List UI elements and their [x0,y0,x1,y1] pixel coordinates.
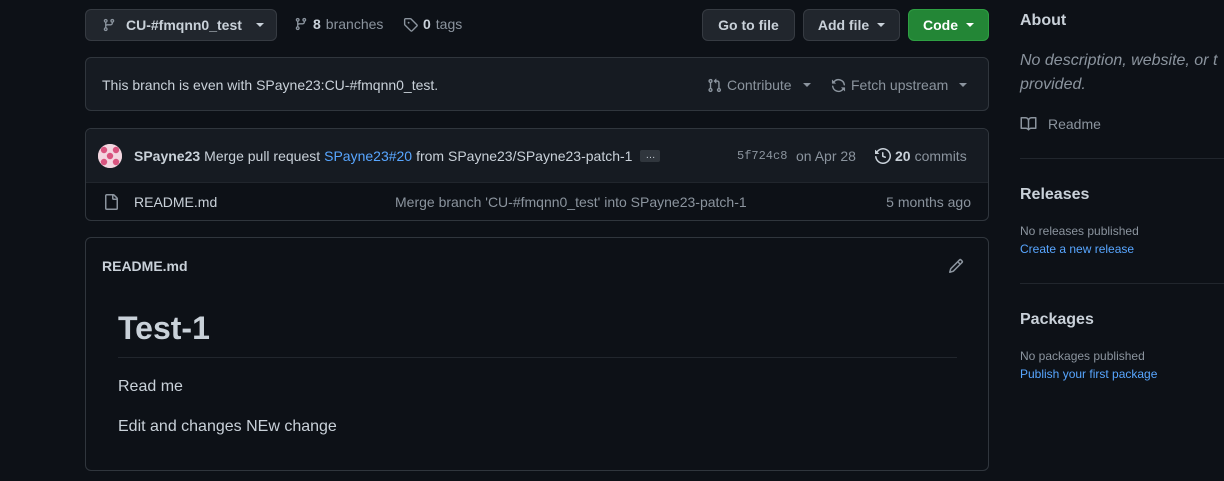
readme-box: README.md Test-1 Read me Edit and change… [85,237,989,471]
file-row: README.md Merge branch 'CU-#fmqnn0_test'… [86,183,988,220]
code-button[interactable]: Code [908,9,989,41]
file-name-link[interactable]: README.md [134,194,217,210]
commit-message-prefix[interactable]: Merge pull request [204,148,320,164]
create-release-link[interactable]: Create a new release [1020,242,1134,256]
commits-count: 20 [895,148,911,164]
commit-date[interactable]: on Apr 28 [796,148,856,164]
packages-title[interactable]: Packages [1020,311,1094,329]
chevron-down-icon [877,23,886,27]
readme-filename[interactable]: README.md [102,258,188,274]
readme-sidebar-label: Readme [1048,116,1101,132]
branches-link[interactable]: 8 branches [294,16,383,32]
branch-name: CU-#fmqnn0_test [126,17,242,33]
fetch-upstream-dropdown[interactable]: Fetch upstream [831,77,968,93]
add-file-button[interactable]: Add file [803,9,900,41]
commit-author[interactable]: SPayne23 [134,148,200,164]
branches-count: 8 [313,16,321,32]
commits-history-link[interactable]: 20 commits [875,148,967,164]
branch-status-message: This branch is even with SPayne23:CU-#fm… [102,77,439,93]
git-branch-icon [102,18,116,32]
file-icon [103,194,119,210]
readme-heading-divider [118,357,957,358]
book-icon [1020,116,1037,132]
add-file-label: Add file [817,17,870,33]
tag-icon [403,17,418,32]
commit-message: SPayne23 Merge pull request SPayne23#20 … [134,148,661,164]
about-title: About [1020,12,1067,29]
code-label: Code [923,17,958,33]
git-pull-request-icon [707,78,722,93]
branches-label: branches [325,16,384,32]
file-list-box: SPayne23 Merge pull request SPayne23#20 … [85,128,989,221]
about-description-line: provided. [1020,76,1086,93]
sync-icon [831,78,846,93]
readme-sidebar-link[interactable]: Readme [1020,116,1101,132]
pull-request-link[interactable]: SPayne23#20 [324,148,412,164]
commits-label: commits [914,148,967,164]
readme-heading: Test-1 [118,310,210,346]
packages-empty-text: No packages published [1020,349,1145,363]
readme-paragraph: Read me [118,378,183,395]
chevron-down-icon [255,23,264,27]
go-to-file-button[interactable]: Go to file [702,9,795,41]
releases-empty-text: No releases published [1020,224,1139,238]
branch-status-box: This branch is even with SPayne23:CU-#fm… [85,57,989,111]
releases-title[interactable]: Releases [1020,186,1089,204]
commit-message-suffix[interactable]: from SPayne23/SPayne23-patch-1 [416,148,632,164]
history-icon [875,148,891,164]
readme-paragraph: Edit and changes NEw change [118,418,337,435]
sidebar-divider [1020,283,1224,284]
tags-link[interactable]: 0 tags [403,16,462,32]
file-age: 5 months ago [886,194,971,210]
commit-expand-button[interactable]: … [640,150,661,162]
chevron-down-icon [802,83,811,87]
sidebar-divider [1020,158,1224,159]
contribute-label: Contribute [727,77,792,93]
branch-select-button[interactable]: CU-#fmqnn0_test [85,9,277,41]
commit-sha[interactable]: 5f724c8 [737,149,787,163]
about-description-line: No description, website, or t [1020,52,1218,69]
file-commit-message[interactable]: Merge branch 'CU-#fmqnn0_test' into SPay… [395,194,747,210]
chevron-down-icon [966,23,974,27]
chevron-down-icon [959,83,968,87]
fetch-upstream-label: Fetch upstream [851,77,949,93]
avatar[interactable] [98,144,122,168]
latest-commit-row: SPayne23 Merge pull request SPayne23#20 … [86,129,988,183]
contribute-dropdown[interactable]: Contribute [707,77,811,93]
edit-pencil-icon[interactable] [948,258,964,274]
publish-package-link[interactable]: Publish your first package [1020,367,1157,381]
git-branch-icon [294,17,308,31]
tags-count: 0 [423,16,431,32]
tags-label: tags [435,16,463,32]
